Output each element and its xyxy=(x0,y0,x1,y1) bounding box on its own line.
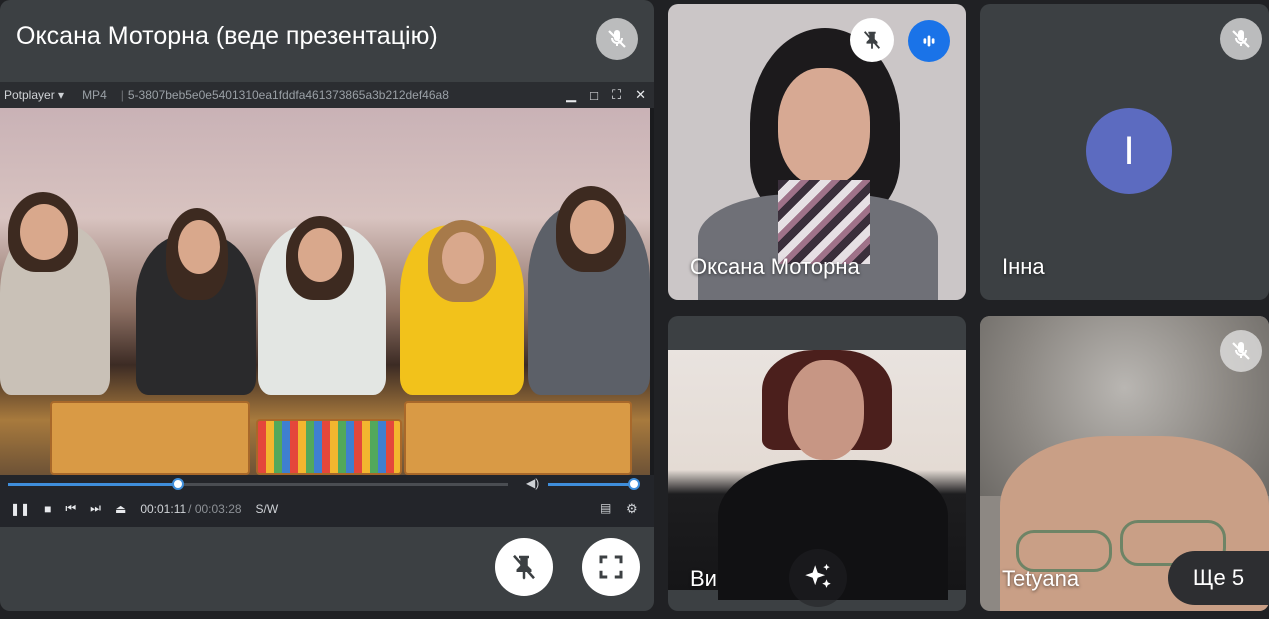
player-app-menu[interactable]: Potplayer ▾ xyxy=(4,88,64,102)
player-format: MP4 xyxy=(82,88,107,102)
volume-slider[interactable] xyxy=(548,478,640,490)
audio-level-icon xyxy=(908,20,950,62)
mic-off-icon xyxy=(1220,330,1262,372)
face xyxy=(778,68,870,186)
eject-icon[interactable]: ⏏ xyxy=(115,502,126,516)
player-controls: ◀) ❚❚ ■ ⏮ ⏭ ⏏ 00:01:11 / 00:03:28 S/W ▤ … xyxy=(0,475,654,527)
unpin-icon[interactable] xyxy=(850,18,894,62)
participant-name: Ви xyxy=(690,566,717,591)
participant-tile-oksana[interactable]: Оксана Моторна xyxy=(668,4,966,300)
participant-name: Оксана Моторна xyxy=(690,254,860,279)
decoder-mode[interactable]: S/W xyxy=(256,502,279,516)
current-time: 00:01:11 xyxy=(140,501,187,516)
seek-handle[interactable] xyxy=(172,478,184,490)
player-filename: 5-3807beb5e0e5401310ea1fddfa461373865a3b… xyxy=(127,88,449,102)
player-title-bar: Potplayer ▾ MP4 | 5-3807beb5e0e5401310ea… xyxy=(0,82,654,108)
unpin-icon xyxy=(513,554,535,580)
unpin-button[interactable] xyxy=(495,538,553,596)
participant-tile-inna[interactable]: I Інна xyxy=(980,4,1269,300)
video-frame xyxy=(0,108,650,475)
mic-off-icon xyxy=(596,18,638,60)
minimize-icon[interactable]: ▁ xyxy=(566,87,576,103)
avatar: I xyxy=(1086,108,1172,194)
fullscreen-small-icon[interactable]: ⛶ xyxy=(612,87,621,103)
settings-icon[interactable]: ⚙ xyxy=(626,501,638,517)
maximize-icon[interactable]: □ xyxy=(590,88,598,103)
presenter-title: Оксана Моторна (веде презентацію) xyxy=(16,22,438,50)
sparkle-icon[interactable] xyxy=(789,549,847,607)
total-time: / 00:03:28 xyxy=(188,501,242,516)
media-player-window[interactable]: Potplayer ▾ MP4 | 5-3807beb5e0e5401310ea… xyxy=(0,82,654,527)
volume-handle[interactable] xyxy=(628,478,640,490)
close-icon[interactable]: ✕ xyxy=(635,87,646,103)
previous-icon[interactable]: ⏮ xyxy=(65,501,76,516)
next-icon[interactable]: ⏭ xyxy=(90,501,101,516)
presentation-tile[interactable]: Оксана Моторна (веде презентацію) Potpla… xyxy=(0,0,654,611)
participant-name: Інна xyxy=(1002,254,1045,279)
participant-name: Tetyana xyxy=(1002,566,1080,591)
more-participants-button[interactable]: Ще 5 xyxy=(1168,551,1269,605)
playlist-icon[interactable]: ▤ xyxy=(600,501,611,515)
mic-off-icon xyxy=(1220,18,1262,60)
volume-icon[interactable]: ◀) xyxy=(526,476,539,490)
seek-bar[interactable] xyxy=(8,478,508,490)
scarf xyxy=(778,180,870,264)
stop-icon[interactable]: ■ xyxy=(44,502,51,516)
pause-icon[interactable]: ❚❚ xyxy=(10,502,30,516)
fullscreen-icon xyxy=(599,555,623,579)
fullscreen-button[interactable] xyxy=(582,538,640,596)
title-separator: | xyxy=(120,88,124,102)
